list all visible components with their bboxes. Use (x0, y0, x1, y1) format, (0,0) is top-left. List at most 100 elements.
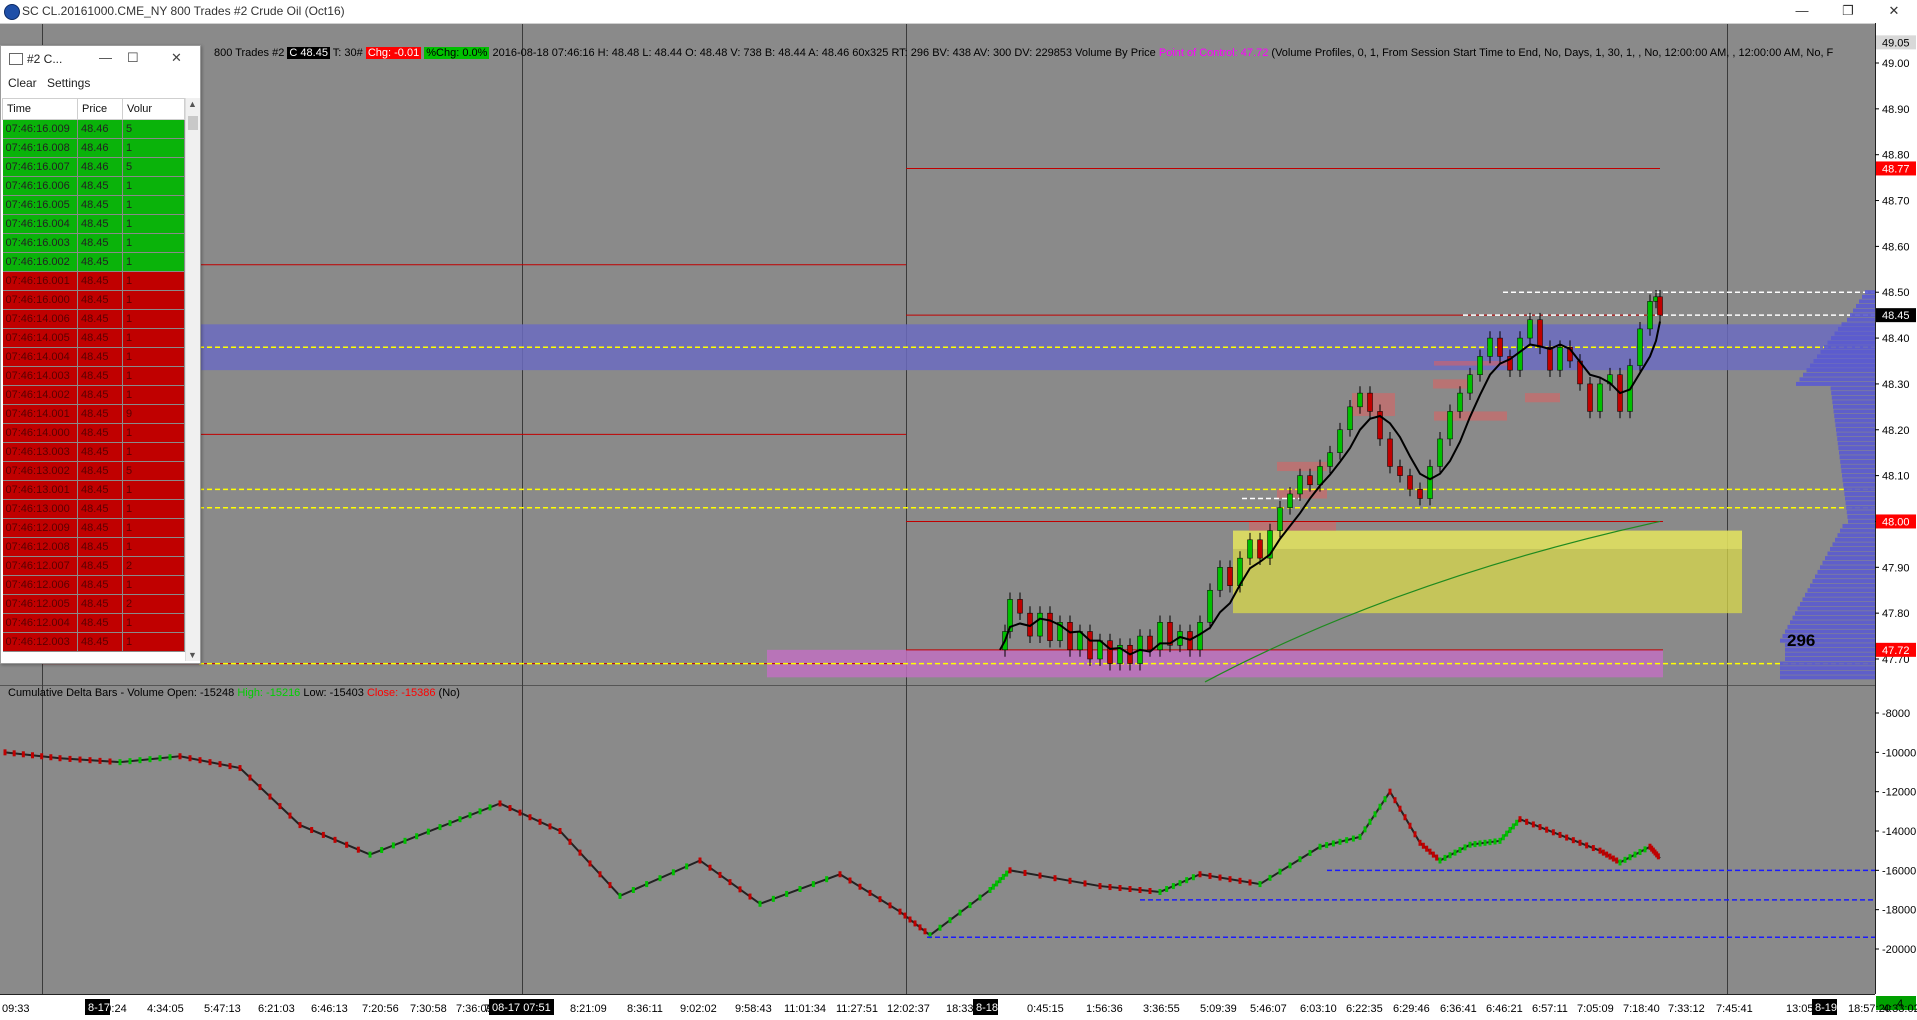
table-row[interactable]: 07:46:14.004 48.45 1 (2, 347, 185, 367)
candle-body (1107, 640, 1113, 664)
delta-bar (98, 757, 102, 764)
chart-area[interactable]: 49.00 48.90 48.80 48.70 48.60 48.50 48.40 48.30… (0, 23, 1917, 1020)
table-row[interactable]: 07:46:16.000 48.45 1 (2, 290, 185, 310)
table-row[interactable]: 07:46:14.000 48.45 1 (2, 423, 185, 443)
ts-scrollbar[interactable]: ▲ ▼ (185, 98, 200, 661)
volume-profile-bar (1843, 482, 1875, 487)
minimize-button[interactable]: — (1779, 0, 1825, 23)
ts-title-bar[interactable]: #2 C... — ☐ ✕ (1, 46, 200, 72)
ts-menu-bar: Clear Settings (1, 72, 200, 94)
delta-study-name: Cumulative Delta Bars - Volume (8, 687, 164, 699)
delta-bar (948, 917, 952, 924)
close-button[interactable]: ✕ (1871, 0, 1917, 23)
scroll-down-icon[interactable]: ▼ (188, 650, 197, 660)
table-row[interactable]: 07:46:14.006 48.45 1 (2, 309, 185, 329)
table-row[interactable]: 07:46:12.007 48.45 2 (2, 556, 185, 576)
date-badge-label: 08-17 07:51 (492, 1002, 551, 1014)
ts-title: #2 C... (27, 52, 63, 66)
volume-profile-bar (1840, 528, 1875, 533)
table-row[interactable]: 07:46:16.002 48.45 1 (2, 252, 185, 272)
table-row[interactable]: 07:46:12.004 48.45 1 (2, 613, 185, 633)
ts-cell-price: 48.45 (77, 480, 123, 500)
column-header-volume[interactable]: Volur (122, 98, 185, 120)
volume-profile-bar (1836, 432, 1875, 437)
delta-bar (1601, 849, 1605, 856)
column-header-price[interactable]: Price (77, 98, 123, 120)
volume-profile-bar (1831, 391, 1875, 396)
ts-cell-time: 07:46:14.003 (2, 366, 78, 386)
delta-bar (508, 805, 512, 812)
table-row[interactable]: 07:46:12.008 48.45 1 (2, 537, 185, 557)
table-row[interactable]: 07:46:16.005 48.45 1 (2, 195, 185, 215)
table-row[interactable]: 07:46:16.006 48.45 1 (2, 176, 185, 196)
delta-bar (1325, 842, 1329, 849)
delta-bar (118, 759, 122, 766)
candle-body (1477, 356, 1483, 376)
delta-bar (1351, 835, 1355, 842)
ts-maximize-icon[interactable]: ☐ (127, 50, 139, 66)
price-tick-label: 48.40 (1882, 333, 1910, 345)
time-tick-label: 09:33 (2, 1003, 30, 1015)
volume-profile-bar (1820, 349, 1875, 354)
delta-bar (268, 793, 272, 800)
table-row[interactable]: 07:46:14.002 48.45 1 (2, 385, 185, 405)
delta-bar (238, 765, 242, 772)
table-row[interactable]: 07:46:16.009 48.46 5 (2, 119, 185, 139)
table-row[interactable]: 07:46:12.009 48.45 1 (2, 518, 185, 538)
table-row[interactable]: 07:46:14.001 48.45 9 (2, 404, 185, 424)
ts-cell-vol: 1 (122, 537, 185, 557)
table-row[interactable]: 07:46:16.004 48.45 1 (2, 214, 185, 234)
ts-cell-price: 48.45 (77, 518, 123, 538)
delta-bar (1488, 839, 1492, 846)
table-row[interactable]: 07:46:13.001 48.45 1 (2, 480, 185, 500)
change-box: Chg: -0.01 (365, 47, 422, 59)
delta-bar (698, 857, 702, 864)
delta-bar (49, 754, 53, 761)
table-row[interactable]: 07:46:13.000 48.45 1 (2, 499, 185, 519)
table-row[interactable]: 07:46:12.003 48.45 1 (2, 632, 185, 652)
delta-bar (3, 749, 7, 756)
candle-body (1347, 406, 1353, 431)
delta-bar (1458, 847, 1462, 854)
ts-minimize-icon[interactable]: — (99, 50, 112, 65)
menu-settings[interactable]: Settings (47, 76, 90, 90)
delta-bar (356, 846, 360, 853)
table-row[interactable]: 07:46:14.003 48.45 1 (2, 366, 185, 386)
table-row[interactable]: 07:46:16.003 48.45 1 (2, 233, 185, 253)
table-row[interactable]: 07:46:13.003 48.45 1 (2, 442, 185, 462)
delta-bar (1558, 831, 1562, 838)
ts-cell-vol: 1 (122, 176, 185, 196)
volume-profile-bar (1838, 446, 1875, 451)
bar-details: 2016-08-18 07:46:16 H: 48.48 L: 48.44 O:… (492, 47, 1156, 59)
delta-bar (138, 757, 142, 764)
delta-bar (888, 902, 892, 909)
volume-profile-bar (1848, 519, 1875, 524)
restore-button[interactable]: ❐ (1825, 0, 1871, 23)
delta-bar (1208, 872, 1212, 879)
chart-canvas[interactable]: 49.00 48.90 48.80 48.70 48.60 48.50 48.40 48.30… (0, 23, 1917, 1020)
table-row[interactable]: 07:46:16.008 48.46 1 (2, 138, 185, 158)
table-row[interactable]: 07:46:14.005 48.45 1 (2, 328, 185, 348)
table-row[interactable]: 07:46:16.007 48.46 5 (2, 157, 185, 177)
volume-profile-bar (1834, 414, 1875, 419)
menu-clear[interactable]: Clear (8, 76, 37, 90)
time-tick-label: 6:57:11 (1532, 1003, 1568, 1015)
volume-profile-bar (1806, 368, 1875, 373)
delta-bar (598, 871, 602, 878)
delta-bar (1083, 880, 1087, 887)
delta-low: Low: -15403 (303, 687, 364, 699)
delta-bar (1308, 849, 1312, 856)
ts-close-icon[interactable]: ✕ (171, 50, 182, 66)
scroll-up-icon[interactable]: ▲ (188, 99, 197, 109)
table-row[interactable]: 07:46:16.001 48.45 1 (2, 271, 185, 291)
volume-profile-bar (1822, 560, 1875, 565)
table-row[interactable]: 07:46:12.006 48.45 1 (2, 575, 185, 595)
column-header-time[interactable]: Time (2, 98, 78, 120)
time-and-sales-window[interactable]: #2 C... — ☐ ✕ Clear Settings Time Price … (0, 45, 201, 664)
delta-bar (498, 800, 502, 807)
table-row[interactable]: 07:46:13.002 48.45 5 (2, 461, 185, 481)
delta-bar (278, 803, 282, 810)
table-row[interactable]: 07:46:12.005 48.45 2 (2, 594, 185, 614)
scroll-thumb[interactable] (188, 116, 198, 130)
delta-bar (1478, 840, 1482, 847)
